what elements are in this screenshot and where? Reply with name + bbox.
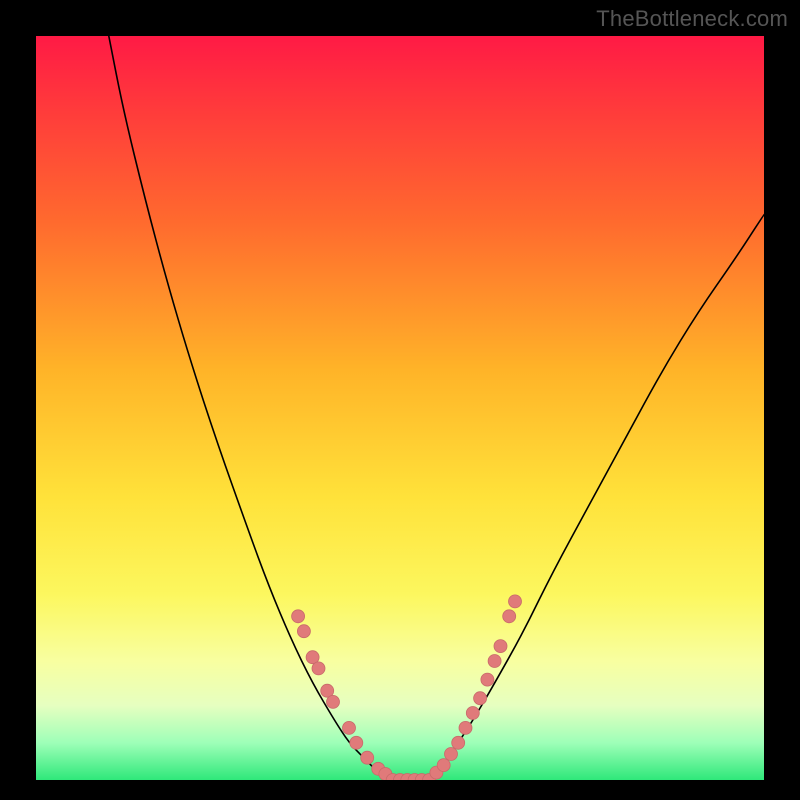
data-dot — [437, 759, 450, 772]
data-dot — [343, 721, 356, 734]
app-frame: TheBottleneck.com — [0, 0, 800, 800]
data-dot — [327, 695, 340, 708]
data-dot — [350, 736, 363, 749]
data-dot — [292, 610, 305, 623]
curve-left — [109, 36, 386, 780]
data-dot — [509, 595, 522, 608]
data-dot — [494, 640, 507, 653]
data-dot — [481, 673, 494, 686]
data-dot — [488, 655, 501, 668]
data-dots-group — [292, 595, 522, 780]
data-dot — [474, 692, 487, 705]
data-dot — [297, 625, 310, 638]
curve-group — [109, 36, 764, 780]
data-dot — [361, 751, 374, 764]
data-dot — [452, 736, 465, 749]
watermark-text: TheBottleneck.com — [596, 6, 788, 32]
data-dot — [459, 721, 472, 734]
data-dot — [445, 748, 458, 761]
bottleneck-chart — [36, 36, 764, 780]
data-dot — [503, 610, 516, 623]
data-dot — [466, 707, 479, 720]
plot-area — [36, 36, 764, 780]
data-dot — [312, 662, 325, 675]
